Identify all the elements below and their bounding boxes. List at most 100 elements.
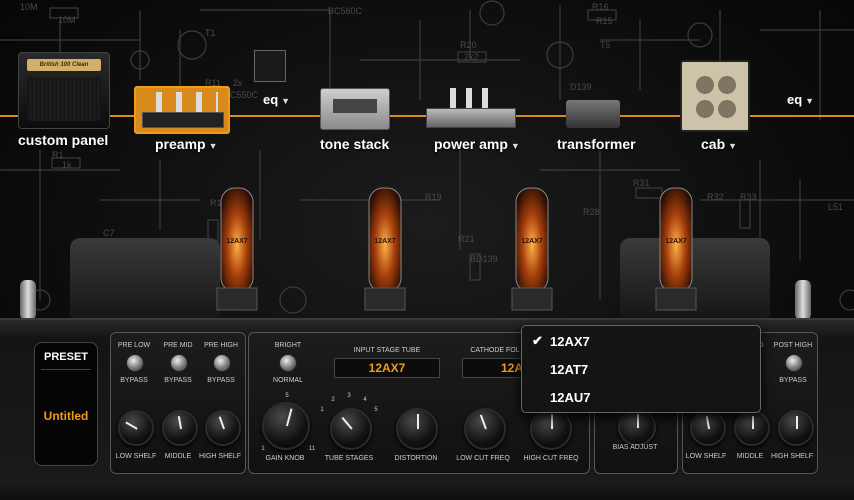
low-cut-freq-knob[interactable] xyxy=(464,408,506,450)
pre-low-shelf-knob[interactable] xyxy=(118,410,154,446)
capacitor-right xyxy=(795,280,811,320)
bright-toggle-label: BRIGHT xyxy=(274,342,302,349)
pre-low-bypass-toggle[interactable] xyxy=(126,354,144,372)
preset-name: Untitled xyxy=(43,409,89,423)
post-high-toggle-label: POST HIGH xyxy=(773,342,813,349)
pre-high-bypass-toggle[interactable] xyxy=(213,354,231,372)
preamp-tubes xyxy=(148,92,218,112)
checkmark-icon: ✔ xyxy=(532,333,543,348)
cab-speaker-bottom xyxy=(696,100,714,118)
schem-label: R16 xyxy=(592,2,609,12)
dropdown-option-label: 12AX7 xyxy=(550,334,590,349)
dropdown-option-12ax7[interactable]: ✔ 12AX7 xyxy=(522,328,760,354)
dropdown-option-label: 12AT7 xyxy=(550,362,589,377)
tube-type-dropdown-menu: ✔ 12AX7 12AT7 12AU7 xyxy=(521,325,761,413)
schem-label: R28 xyxy=(583,207,600,217)
schem-label: C550C xyxy=(230,90,259,100)
eq-dropdown-1[interactable]: eq ▼ xyxy=(263,92,290,107)
transformer-module[interactable] xyxy=(566,100,620,128)
eq-label: eq xyxy=(263,92,279,107)
pre-middle-knob[interactable] xyxy=(162,410,198,446)
pre-high-bypass-label: BYPASS xyxy=(207,377,235,384)
bias-adjust-knob[interactable] xyxy=(618,408,656,446)
tube-stages-knob[interactable] xyxy=(330,408,372,450)
schem-label: R19 xyxy=(425,192,442,202)
schem-label: T5 xyxy=(600,40,611,50)
bias-adjust-label: BIAS ADJUST xyxy=(612,444,658,451)
pre-high-shelf-label: HIGH SHELF xyxy=(198,453,241,460)
cab-dropdown-label[interactable]: cab ▼ xyxy=(701,136,737,152)
preset-selector[interactable]: PRESET Untitled xyxy=(34,342,98,466)
custom-panel-label[interactable]: custom panel xyxy=(18,132,108,148)
cathode-follower-tube-select[interactable]: 12A xyxy=(462,358,528,378)
schem-label: R33 xyxy=(740,192,757,202)
chevron-down-icon: ▼ xyxy=(208,141,218,151)
tube-type-label: 12AX7 xyxy=(521,238,543,245)
transformer-left xyxy=(70,238,220,323)
custom-panel-amp-image: British 100 Clean xyxy=(18,52,110,129)
vacuum-tube-4: 12AX7 xyxy=(654,180,698,320)
gain-knob[interactable] xyxy=(262,402,310,450)
schem-label: 2x xyxy=(233,78,243,88)
pre-low-bypass-label: BYPASS xyxy=(120,377,148,384)
schem-label: R31 xyxy=(633,178,650,188)
schem-label: R32 xyxy=(707,192,724,202)
chevron-down-icon: ▼ xyxy=(805,96,815,106)
preamp-module[interactable] xyxy=(134,86,230,134)
schem-label: R1 xyxy=(52,150,64,160)
chevron-down-icon: ▼ xyxy=(281,96,291,106)
tone-stack-label[interactable]: tone stack xyxy=(320,136,389,152)
schem-label: BD139 xyxy=(470,254,498,264)
tube-type-label: 12AX7 xyxy=(226,238,248,245)
schem-label: T1 xyxy=(205,28,216,38)
eq-label: eq xyxy=(787,92,803,107)
high-cut-freq-knob[interactable] xyxy=(530,408,572,450)
capacitor-left xyxy=(20,280,36,320)
dropdown-option-label: 12AU7 xyxy=(550,390,591,405)
preamp-label: preamp xyxy=(155,136,206,152)
schem-label: 10M xyxy=(20,2,38,12)
cab-label: cab xyxy=(701,136,726,152)
tube-stage-scale-2: 2 xyxy=(331,397,335,403)
vacuum-tube-3: 12AX7 xyxy=(510,180,554,320)
dropdown-option-12au7[interactable]: 12AU7 xyxy=(522,384,760,410)
pre-mid-toggle-label: PRE MID xyxy=(163,342,193,349)
post-high-bypass-toggle[interactable] xyxy=(785,354,803,372)
transformer-label[interactable]: transformer xyxy=(557,136,636,152)
input-stage-tube-select[interactable]: 12AX7 xyxy=(334,358,440,378)
pre-low-shelf-label: LOW SHELF xyxy=(115,453,157,460)
eq-dropdown-2[interactable]: eq ▼ xyxy=(787,92,814,107)
power-amp-chassis xyxy=(426,108,516,128)
schem-label: D139 xyxy=(570,82,592,92)
bright-toggle[interactable] xyxy=(279,354,297,372)
pre-mid-bypass-toggle[interactable] xyxy=(170,354,188,372)
post-low-shelf-knob[interactable] xyxy=(690,410,726,446)
post-middle-knob[interactable] xyxy=(734,410,770,446)
distortion-knob[interactable] xyxy=(396,408,438,450)
pre-high-shelf-knob[interactable] xyxy=(205,410,241,446)
chevron-down-icon: ▼ xyxy=(728,141,738,151)
tone-stack-display xyxy=(333,99,377,113)
cab-speaker-bottom2 xyxy=(718,100,736,118)
schem-label: 10M xyxy=(58,15,76,25)
dropdown-option-12at7[interactable]: 12AT7 xyxy=(522,356,760,382)
preset-divider xyxy=(41,369,91,370)
gain-scale-1: 1 xyxy=(261,446,265,452)
low-cut-freq-label: LOW CUT FREQ xyxy=(456,455,510,462)
schem-label: R20 xyxy=(460,40,477,50)
preamp-dropdown-label[interactable]: preamp ▼ xyxy=(155,136,218,152)
eq-icon-1[interactable] xyxy=(254,50,286,82)
cab-module[interactable] xyxy=(680,60,750,132)
power-amp-dropdown-label[interactable]: power amp ▼ xyxy=(434,136,520,152)
schem-label: BC560C xyxy=(328,6,363,16)
normal-label: NORMAL xyxy=(273,377,303,384)
input-stage-tube-label: INPUT STAGE TUBE xyxy=(353,347,421,354)
power-amp-module[interactable] xyxy=(426,88,516,128)
tone-stack-module[interactable] xyxy=(320,88,390,130)
power-amp-label: power amp xyxy=(434,136,508,152)
post-high-shelf-knob[interactable] xyxy=(778,410,814,446)
gain-scale-11: 11 xyxy=(308,446,316,452)
custom-panel-module[interactable]: British 100 Clean xyxy=(18,52,110,129)
cab-speaker-top xyxy=(696,76,714,94)
custom-panel-badge: British 100 Clean xyxy=(27,59,101,71)
